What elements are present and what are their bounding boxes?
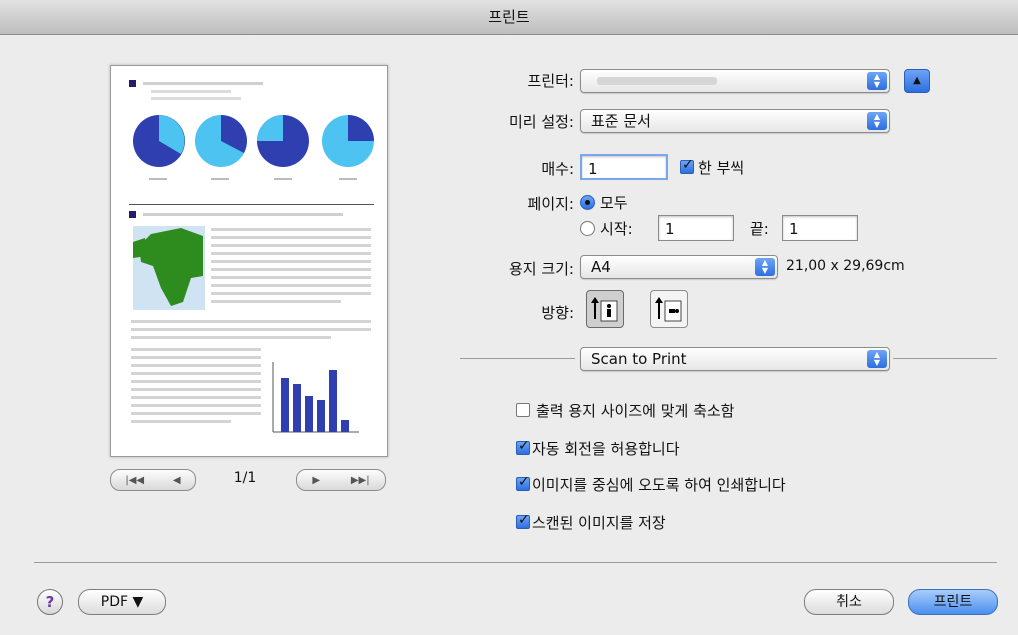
pages-all-radio[interactable] (580, 195, 595, 210)
pages-to-label: 끝: (750, 220, 769, 238)
last-page-button[interactable]: ▶▶| (351, 475, 370, 486)
pdf-menu-button[interactable]: PDF ▼ (78, 589, 166, 615)
preview-nav-back-group: |◀◀ ◀ (110, 469, 196, 491)
copies-input[interactable]: 1 (580, 154, 668, 180)
popup-arrows-icon: ▲ ▼ (867, 112, 887, 130)
orientation-landscape-button[interactable] (650, 290, 688, 328)
popup-arrows-icon: ▲ ▼ (755, 258, 775, 276)
window-title: 프린트 (0, 0, 1018, 35)
help-button[interactable]: ? (37, 589, 63, 615)
collated-checkbox[interactable] (680, 157, 694, 174)
preview-nav-forward-group: ▶ ▶▶| (296, 469, 386, 491)
next-page-button[interactable]: ▶ (312, 475, 320, 486)
footer-divider (34, 562, 997, 563)
pages-to-input[interactable]: 1 (782, 215, 858, 241)
panel-value: Scan to Print (591, 350, 687, 368)
pages-from-label: 시작: (600, 220, 633, 238)
page-indicator: 1/1 (233, 470, 257, 486)
option-label-center-image: 이미지를 중심에 오도록 하여 인쇄합니다 (532, 476, 786, 494)
landscape-icon (655, 297, 682, 322)
presets-value: 표준 문서 (591, 112, 651, 130)
divider-left (460, 358, 575, 359)
divider-right (893, 358, 997, 359)
pages-all-label: 모두 (600, 194, 628, 212)
pages-label: 페이지: (527, 195, 574, 213)
printer-name-blurred (597, 77, 717, 85)
collated-label: 한 부씩 (698, 159, 745, 177)
option-label-save-scanned: 스캔된 이미지를 저장 (532, 514, 666, 532)
paper-size-value: A4 (591, 258, 611, 276)
print-dialog: 프린트 |◀◀ ◀ 1/1 ▶ ▶▶| 프린터: ▲ ▼ ▲ 미리 설정: 표준… (0, 0, 1018, 635)
copies-label: 매수: (541, 160, 574, 178)
map-image (133, 226, 205, 310)
panel-popup[interactable]: Scan to Print ▲ ▼ (580, 347, 890, 371)
option-checkbox-scale-to-fit[interactable] (516, 403, 530, 417)
paper-dimensions: 21,00 x 29,69cm (786, 258, 905, 274)
printer-label: 프린터: (527, 72, 574, 90)
option-checkbox-center-image[interactable] (516, 474, 530, 491)
bar-chart (272, 362, 359, 433)
paper-size-label: 용지 크기: (508, 260, 574, 278)
option-checkbox-save-scanned[interactable] (516, 512, 530, 529)
presets-popup[interactable]: 표준 문서 ▲ ▼ (580, 109, 890, 133)
option-label-scale-to-fit: 출력 용지 사이즈에 맞게 축소함 (536, 402, 735, 420)
option-checkbox-auto-rotate[interactable] (516, 438, 530, 455)
printer-popup[interactable]: ▲ ▼ (580, 69, 890, 93)
pages-from-input[interactable]: 1 (658, 215, 734, 241)
presets-label: 미리 설정: (508, 113, 574, 131)
option-label-auto-rotate: 자동 회전을 허용합니다 (532, 440, 680, 458)
prev-page-button[interactable]: ◀ (173, 475, 181, 486)
portrait-icon (591, 297, 618, 322)
orientation-label: 방향: (541, 304, 574, 322)
page-preview (110, 65, 388, 457)
popup-arrows-icon: ▲ ▼ (867, 72, 887, 90)
first-page-button[interactable]: |◀◀ (125, 475, 144, 486)
disclosure-triangle-icon[interactable]: ▲ (904, 69, 930, 93)
pie-charts (133, 115, 374, 180)
paper-size-popup[interactable]: A4 ▲ ▼ (580, 255, 778, 279)
print-button[interactable]: 프린트 (908, 589, 998, 615)
cancel-button[interactable]: 취소 (804, 589, 894, 615)
popup-arrows-icon: ▲ ▼ (867, 350, 887, 368)
preview-thumbnail (129, 80, 374, 433)
pages-range-radio[interactable] (580, 221, 595, 236)
orientation-portrait-button[interactable] (586, 290, 624, 328)
